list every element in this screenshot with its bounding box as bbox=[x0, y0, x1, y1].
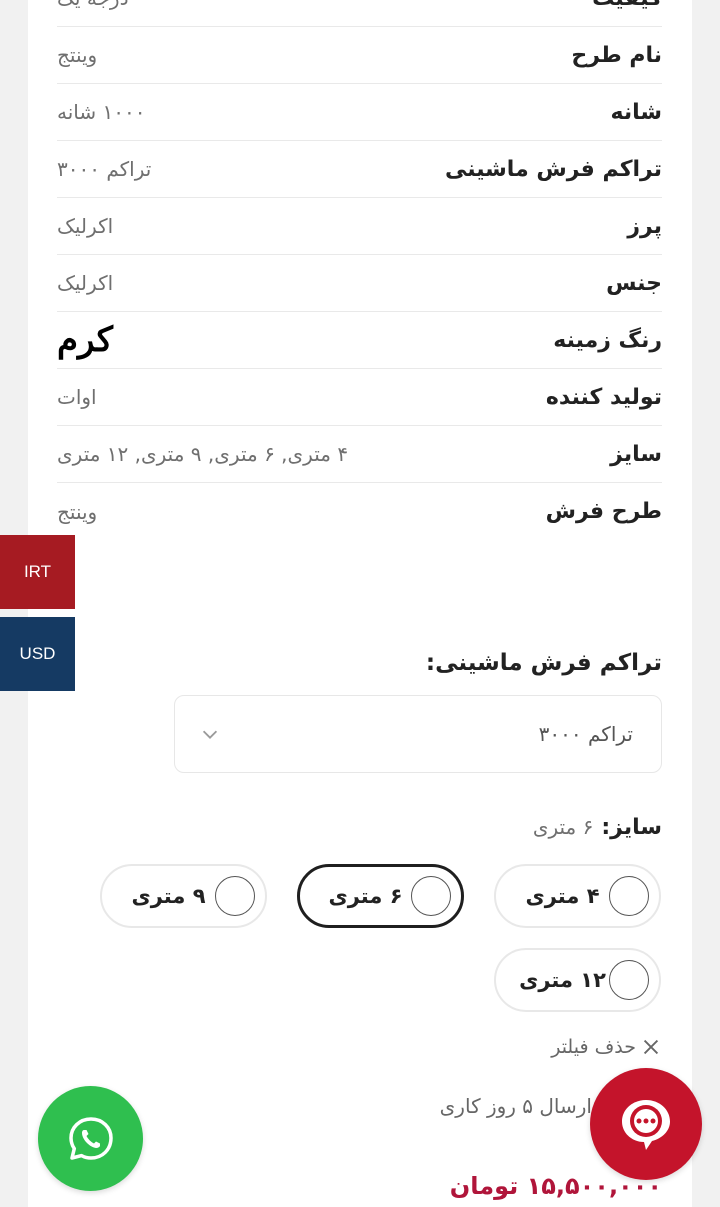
spec-row-comb: شانه ۱۰۰۰ شانه bbox=[57, 84, 662, 141]
spec-label: کیفیت bbox=[592, 0, 662, 11]
size-option-label: ۴ متری bbox=[525, 884, 600, 908]
spec-label: جنس bbox=[606, 270, 662, 296]
radio-icon bbox=[215, 876, 255, 916]
size-option-label: ۶ متری bbox=[328, 884, 403, 908]
chat-button[interactable] bbox=[590, 1068, 702, 1180]
color-swatch-label: کرم bbox=[57, 320, 113, 360]
size-option-12m[interactable]: ۱۲ متری bbox=[494, 948, 661, 1012]
currency-irt-button[interactable]: IRT bbox=[0, 535, 75, 609]
spec-row-material: جنس اکرلیک bbox=[57, 255, 662, 312]
whatsapp-icon bbox=[68, 1116, 113, 1160]
spec-label: شانه bbox=[610, 99, 663, 125]
size-option-label: سایز: bbox=[601, 815, 662, 840]
spec-row-density: تراکم فرش ماشینی تراکم ۳۰۰۰ bbox=[57, 141, 662, 198]
spec-label: سایز bbox=[610, 441, 662, 467]
spec-label: طرح فرش bbox=[545, 499, 662, 524]
spec-value: اکرلیک bbox=[57, 214, 114, 238]
spec-row-quality: کیفیت درجه یک bbox=[57, 0, 662, 27]
spec-value: ۱۰۰۰ شانه bbox=[57, 100, 146, 124]
spec-value: اوات bbox=[57, 385, 97, 409]
chevron-down-icon bbox=[202, 730, 218, 739]
size-option-label: ۱۲ متری bbox=[519, 968, 606, 992]
spec-row-background-color: رنگ زمینه کرم bbox=[57, 312, 662, 369]
size-option-6m[interactable]: ۶ متری bbox=[297, 864, 464, 928]
close-icon bbox=[643, 1039, 659, 1055]
chat-icon bbox=[622, 1100, 670, 1150]
delivery-time: ارسال ۵ روز کاری bbox=[439, 1094, 592, 1118]
spec-value: تراکم ۳۰۰۰ bbox=[57, 157, 152, 181]
size-option-selected: ۶ متری bbox=[532, 815, 594, 839]
spec-label: پرز bbox=[627, 213, 662, 239]
whatsapp-button[interactable] bbox=[38, 1086, 143, 1191]
currency-usd-button[interactable]: USD bbox=[0, 617, 75, 691]
spec-value: ۴ متری, ۶ متری, ۹ متری, ۱۲ متری bbox=[57, 442, 349, 466]
spec-row-manufacturer: تولید کننده اوات bbox=[57, 369, 662, 426]
spec-value: وینتج bbox=[57, 499, 98, 524]
spec-row-pile: پرز اکرلیک bbox=[57, 198, 662, 255]
spec-label: تراکم فرش ماشینی bbox=[444, 156, 662, 182]
radio-icon bbox=[609, 960, 649, 1000]
specs-table: کیفیت درجه یک نام طرح وینتج شانه ۱۰۰۰ شا… bbox=[57, 0, 662, 540]
radio-icon bbox=[411, 876, 451, 916]
clear-filter-button[interactable]: حذف فیلتر bbox=[551, 1036, 662, 1058]
size-option-title: سایز: ۶ متری bbox=[533, 815, 662, 840]
spec-value: اکرلیک bbox=[57, 271, 114, 295]
spec-label: تولید کننده bbox=[545, 384, 662, 410]
spec-row-size: سایز ۴ متری, ۶ متری, ۹ متری, ۱۲ متری bbox=[57, 426, 662, 483]
spec-label: نام طرح bbox=[571, 42, 662, 68]
size-option-9m[interactable]: ۹ متری bbox=[100, 864, 267, 928]
radio-icon bbox=[609, 876, 649, 916]
size-option-label: ۹ متری bbox=[131, 884, 206, 908]
density-option-title: تراکم فرش ماشینی: bbox=[425, 650, 662, 676]
density-select[interactable]: تراکم ۳۰۰۰ bbox=[174, 695, 662, 773]
clear-filter-label: حذف فیلتر bbox=[551, 1036, 636, 1058]
spec-label: رنگ زمینه bbox=[553, 327, 662, 353]
density-select-value: تراکم ۳۰۰۰ bbox=[538, 722, 633, 746]
spec-value: وینتج bbox=[57, 43, 98, 67]
size-option-4m[interactable]: ۴ متری bbox=[494, 864, 661, 928]
spec-value: درجه یک bbox=[57, 0, 128, 10]
spec-row-carpet-design: طرح فرش وینتج bbox=[57, 483, 662, 540]
spec-row-design-name: نام طرح وینتج bbox=[57, 27, 662, 84]
